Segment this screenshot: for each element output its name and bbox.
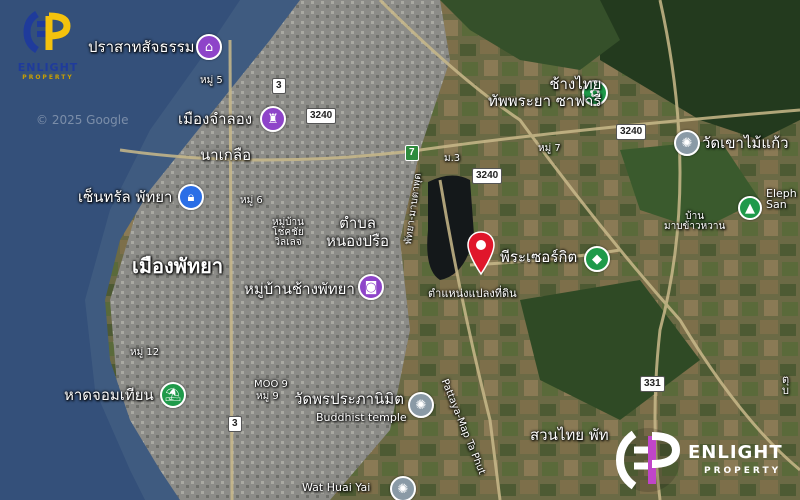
tree-icon[interactable]: ▲ (738, 196, 762, 220)
route-shield: 3 (272, 78, 286, 94)
brand-mark-icon (23, 10, 71, 54)
area-label: บ้าน มาบข้าวหวาน (664, 211, 726, 232)
route-shield: 7 (405, 145, 419, 161)
brand-mark-icon (615, 428, 681, 492)
route-shield: 3240 (306, 108, 337, 124)
poi-label: วัดพรประภานิมิต (294, 390, 404, 408)
temple-icon[interactable]: ✺ (408, 392, 434, 418)
poi-sublabel: Buddhist temple (316, 411, 407, 424)
village-label: MOO 9 (254, 379, 288, 390)
brand-name: ENLIGHT (17, 61, 79, 74)
village-label: ม.3 (444, 153, 461, 164)
poi-label: Eleph San (766, 187, 797, 211)
temple-icon[interactable]: ✺ (674, 130, 700, 156)
camera-icon[interactable]: ◙ (358, 274, 384, 300)
poi-label: ปราสาทสัจธรรม (88, 38, 195, 56)
city-label: เมืองพัทยา (132, 254, 224, 278)
attraction-icon[interactable]: ♜ (260, 106, 286, 132)
village-label: หมู่ 6 (240, 195, 263, 206)
location-pin-icon[interactable] (466, 230, 496, 278)
temple-icon[interactable]: ✺ (390, 476, 416, 500)
route-shield: 331 (640, 376, 665, 392)
map-watermark: © 2025 Google (36, 113, 129, 127)
temple-icon[interactable]: ⌂ (196, 34, 222, 60)
poi-label: หาดจอมเทียน (64, 386, 154, 404)
route-shield: 3240 (616, 124, 647, 140)
route-shield: 3 (228, 416, 242, 432)
poi-label: วัดเขาไม้แก้ว (702, 134, 789, 152)
brand-sub: PROPERTY (22, 74, 74, 81)
poi-label: สวนไทย พัท (530, 426, 609, 444)
area-label: นาเกลือ (200, 146, 252, 164)
area-label: ตำบล หนองปรือ (326, 214, 390, 250)
village-label: หมู่ 5 (200, 75, 223, 86)
brand-logo: ENLIGHT PROPERTY (8, 10, 88, 81)
village-label: หมู่บ้าน โชคชัย วิลเลจ (272, 217, 304, 248)
village-label: หมู่ 12 (130, 347, 160, 358)
poi-label: Wat Huai Yai (302, 481, 371, 494)
poi-label: เมืองจำลอง (178, 110, 253, 128)
poi-label: ช้างไทย ทัพพระยา ซาฟารี (488, 75, 602, 111)
brand-name: ENLIGHT (688, 442, 783, 463)
poi-label: หมู่บ้านช้างพัทยา (244, 280, 355, 298)
poi-label: พีระเซอร์กิต (500, 248, 578, 266)
route-shield: 3240 (472, 168, 503, 184)
brand-logo-watermark: ENLIGHT PROPERTY (612, 424, 800, 496)
shopping-icon[interactable]: 🔒︎ (178, 184, 204, 210)
village-label: หมู่ 7 (538, 143, 561, 154)
poi-label: เซ็นทรัล พัทยา (78, 188, 173, 206)
satellite-map[interactable]: © 2025 Google 3 3240 7 3240 3240 3 331 ⌂… (0, 0, 800, 500)
brand-sub: PROPERTY (704, 466, 782, 476)
pin-label: ตำแหน่งแปลงที่ดิน (428, 287, 517, 300)
village-label: หมู่ 9 (256, 391, 279, 402)
area-label: ตุ บ (782, 373, 790, 397)
park-icon[interactable]: ◆ (584, 246, 610, 272)
beach-icon[interactable]: ⛱ (160, 382, 186, 408)
